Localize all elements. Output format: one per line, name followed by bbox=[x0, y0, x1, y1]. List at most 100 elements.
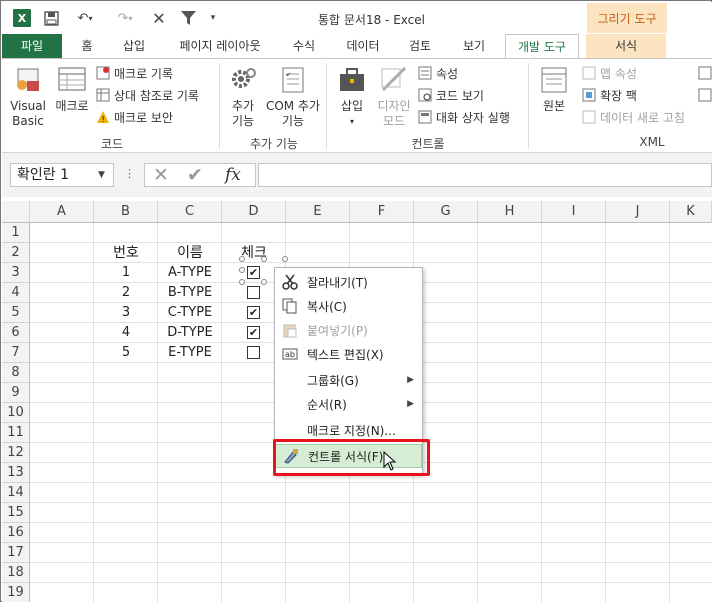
tab-format[interactable]: 서식 bbox=[586, 34, 666, 58]
tab-file[interactable]: 파일 bbox=[2, 34, 62, 58]
customize-qat-icon[interactable]: ▾ bbox=[206, 9, 220, 27]
insert-function-icon[interactable]: fx bbox=[225, 164, 241, 186]
cell-header-number[interactable]: 번호 bbox=[94, 243, 158, 263]
column-header[interactable]: C bbox=[158, 201, 222, 223]
selection-handle[interactable] bbox=[261, 256, 267, 262]
map-properties-button[interactable]: 맵 속성 bbox=[582, 64, 637, 82]
row-header[interactable]: 2 bbox=[2, 243, 30, 263]
relative-reference-button[interactable]: 상대 참조로 기록 bbox=[96, 86, 199, 104]
column-header[interactable]: G bbox=[414, 201, 478, 223]
menu-item-cut[interactable]: 잘라내기(T) bbox=[275, 270, 422, 294]
selection-handle[interactable] bbox=[239, 279, 245, 285]
tab-developer[interactable]: 개발 도구 bbox=[505, 34, 579, 59]
cell-number[interactable]: 1 bbox=[94, 263, 158, 283]
row-header[interactable]: 1 bbox=[2, 223, 30, 243]
row-header[interactable]: 6 bbox=[2, 323, 30, 343]
record-macro-button[interactable]: 매크로 기록 bbox=[96, 64, 173, 82]
tab-view[interactable]: 보기 bbox=[452, 34, 496, 58]
save-icon[interactable] bbox=[42, 9, 60, 27]
row-header[interactable]: 16 bbox=[2, 523, 30, 543]
selection-handle[interactable] bbox=[261, 279, 267, 285]
chevron-down-icon[interactable]: ▼ bbox=[98, 170, 105, 180]
column-header[interactable]: F bbox=[350, 201, 414, 223]
formula-input[interactable] bbox=[258, 163, 712, 187]
column-header[interactable]: E bbox=[286, 201, 350, 223]
cell-number[interactable]: 4 bbox=[94, 323, 158, 343]
import-icon[interactable] bbox=[698, 64, 712, 82]
column-header[interactable]: J bbox=[606, 201, 670, 223]
row-header[interactable]: 14 bbox=[2, 483, 30, 503]
cell-name[interactable]: D-TYPE bbox=[158, 323, 222, 343]
row-header[interactable]: 8 bbox=[2, 363, 30, 383]
macro-security-button[interactable]: ! 매크로 보안 bbox=[96, 108, 173, 126]
tab-page-layout[interactable]: 페이지 레이아웃 bbox=[168, 34, 272, 58]
cell-name[interactable]: C-TYPE bbox=[158, 303, 222, 323]
close-icon[interactable]: ✕ bbox=[150, 9, 168, 28]
tab-review[interactable]: 검토 bbox=[400, 34, 440, 58]
cell-name[interactable]: E-TYPE bbox=[158, 343, 222, 363]
selection-handle[interactable] bbox=[239, 267, 245, 273]
xml-source-button[interactable]: 원본 bbox=[536, 65, 572, 114]
expansion-pack-button[interactable]: 확장 팩 bbox=[582, 86, 637, 104]
cell-number[interactable]: 5 bbox=[94, 343, 158, 363]
checkbox-control[interactable]: ✔ bbox=[247, 266, 260, 279]
row-header[interactable]: 5 bbox=[2, 303, 30, 323]
row-header[interactable]: 7 bbox=[2, 343, 30, 363]
cell-number[interactable]: 3 bbox=[94, 303, 158, 323]
column-header[interactable]: A bbox=[30, 201, 94, 223]
checkbox-control[interactable] bbox=[247, 286, 260, 299]
column-header[interactable]: D bbox=[222, 201, 286, 223]
row-header[interactable]: 4 bbox=[2, 283, 30, 303]
selection-handle[interactable] bbox=[282, 256, 288, 262]
refresh-data-button[interactable]: 데이터 새로 고침 bbox=[582, 108, 685, 126]
cell-name[interactable]: B-TYPE bbox=[158, 283, 222, 303]
column-header[interactable]: H bbox=[478, 201, 542, 223]
column-header[interactable]: B bbox=[94, 201, 158, 223]
row-header[interactable]: 9 bbox=[2, 383, 30, 403]
properties-button[interactable]: 속성 bbox=[418, 64, 458, 82]
tab-home[interactable]: 홈 bbox=[72, 34, 102, 58]
addins-button[interactable]: 추가 기능 bbox=[224, 65, 262, 129]
insert-control-button[interactable]: 삽입 ▾ bbox=[332, 65, 372, 129]
cell-name[interactable]: A-TYPE bbox=[158, 263, 222, 283]
visual-basic-button[interactable]: Visual Basic bbox=[6, 65, 50, 129]
menu-item-copy[interactable]: 복사(C) bbox=[275, 294, 422, 318]
menu-item-paste[interactable]: 붙여넣기(P) bbox=[275, 318, 422, 342]
cell-header-name[interactable]: 이름 bbox=[158, 243, 222, 263]
select-all-corner[interactable] bbox=[2, 201, 30, 223]
cancel-icon[interactable]: ✕ bbox=[153, 164, 169, 186]
view-code-button[interactable]: 코드 보기 bbox=[418, 86, 484, 104]
filter-icon[interactable] bbox=[178, 9, 198, 27]
row-header[interactable]: 10 bbox=[2, 403, 30, 423]
tab-formulas[interactable]: 수식 bbox=[284, 34, 324, 58]
more-options-icon[interactable]: ⋮ bbox=[124, 167, 135, 180]
row-header[interactable]: 13 bbox=[2, 463, 30, 483]
checkbox-control[interactable] bbox=[247, 346, 260, 359]
tab-insert[interactable]: 삽입 bbox=[114, 34, 154, 58]
export-icon[interactable] bbox=[698, 86, 712, 104]
enter-icon[interactable]: ✔ bbox=[187, 164, 203, 186]
menu-item-edit-text[interactable]: ab 텍스트 편집(X) bbox=[275, 342, 422, 366]
row-header[interactable]: 17 bbox=[2, 543, 30, 563]
undo-icon[interactable]: ↶ ▾ bbox=[72, 9, 98, 27]
cell-header-check[interactable]: 체크 bbox=[222, 243, 286, 263]
selection-handle[interactable] bbox=[239, 256, 245, 262]
redo-icon[interactable]: ↷ ▾ bbox=[112, 9, 138, 27]
row-header[interactable]: 15 bbox=[2, 503, 30, 523]
design-mode-button[interactable]: 디자인 모드 bbox=[374, 65, 414, 129]
com-addins-button[interactable]: COM 추가 기능 bbox=[264, 65, 322, 129]
column-header[interactable]: I bbox=[542, 201, 606, 223]
checkbox-control[interactable]: ✔ bbox=[247, 326, 260, 339]
row-header[interactable]: 12 bbox=[2, 443, 30, 463]
row-header[interactable]: 18 bbox=[2, 563, 30, 583]
menu-item-grouping[interactable]: 그룹화(G) ▶ bbox=[275, 368, 422, 392]
row-header[interactable]: 19 bbox=[2, 583, 30, 602]
run-dialog-button[interactable]: 대화 상자 실행 bbox=[418, 108, 510, 126]
menu-item-order[interactable]: 순서(R) ▶ bbox=[275, 392, 422, 416]
cell-number[interactable]: 2 bbox=[94, 283, 158, 303]
tab-data[interactable]: 데이터 bbox=[338, 34, 388, 58]
row-header[interactable]: 3 bbox=[2, 263, 30, 283]
checkbox-control[interactable]: ✔ bbox=[247, 306, 260, 319]
row-header[interactable]: 11 bbox=[2, 423, 30, 443]
column-header[interactable]: K bbox=[670, 201, 712, 223]
